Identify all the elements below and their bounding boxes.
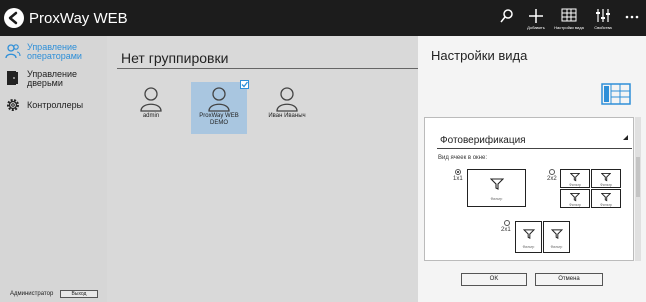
check-icon [241,81,248,88]
sidebar-item-operators[interactable]: Управление операторами [0,40,107,70]
panel-title: Настройки вида [431,48,528,63]
section-divider [437,148,632,149]
operator-name: admin [142,113,160,119]
top-bar: ProxWay WEB Добавить Настройки вида Свой… [0,0,646,36]
option-label-1x1: 1x1 [453,176,463,182]
section-title: Фотоверификация [440,135,526,146]
view-settings-button[interactable]: Настройки вида [554,5,584,35]
users-icon [5,44,21,59]
selection-checkbox[interactable] [240,80,249,89]
back-arrow-icon [8,11,18,25]
preview-cell: Фильтр [591,169,621,188]
cell-caption: Фильтр [600,183,612,187]
scroll-thumb[interactable] [636,157,640,197]
door-icon [7,71,18,85]
add-label: Добавить [527,25,545,30]
main-area: Нет группировки admin ProxWay WEB DEMO И… [107,36,418,302]
preview-cell: Фильтр [560,189,590,208]
preview-cell: Фильтр [543,221,570,253]
back-button[interactable] [4,8,24,28]
cell-caption: Фильтр [569,183,581,187]
search-icon [500,9,513,23]
user-avatar-icon [140,87,162,112]
properties-label: Свойства [594,25,612,30]
preview-cell: Фильтр [560,169,590,188]
radio-2x1[interactable] [504,220,510,226]
cell-caption: Фильтр [522,245,535,249]
operator-card[interactable]: admin [123,82,179,134]
filter-icon [570,172,580,182]
sidebar-item-doors[interactable]: Управление дверьми [0,67,107,97]
filter-icon [601,192,611,202]
cells-label: Вид ячеек в окне: [438,155,487,161]
cell-caption: Фильтр [490,197,503,201]
plus-icon [529,9,543,23]
user-avatar-icon [276,87,298,112]
collapse-icon[interactable] [623,135,628,140]
sidebar-item-label: Контроллеры [27,100,84,110]
sidebar-item-label: Управление операторами [27,42,82,61]
option-label-2x2: 2x2 [547,176,557,182]
preview-cell: Фильтр [591,189,621,208]
filter-icon [522,229,535,239]
cancel-button[interactable]: Отмена [535,273,603,286]
ok-button[interactable]: OK [461,273,527,286]
view-settings-panel: Настройки вида Фотоверификация Вид ячеек… [418,36,646,302]
preview-cell: Фильтр [515,221,542,253]
sidebar-item-controllers[interactable]: Контроллеры [0,94,107,124]
add-button[interactable]: Добавить [521,5,551,35]
filter-icon [550,229,563,239]
properties-icon [596,9,610,22]
search-button[interactable] [492,5,522,35]
group-divider [117,68,418,69]
operator-card[interactable]: Иван Иваныч [259,82,315,134]
logout-button[interactable]: Выход [60,290,98,298]
more-button[interactable] [618,5,646,35]
filter-icon [601,172,611,182]
option-label-2x1: 2x1 [501,227,511,233]
radio-2x2[interactable] [549,169,555,175]
settings-box: Фотоверификация Вид ячеек в окне: 1x1 Фи… [424,117,634,261]
grid-layout-icon[interactable] [601,83,631,105]
more-icon [625,15,639,19]
panel-scrollbar[interactable] [635,117,641,261]
filter-icon [570,192,580,202]
preview-cell: Фильтр [467,169,526,207]
current-user: Администратор [10,291,54,297]
sidebar: Управление операторами Управление дверьм… [0,36,107,302]
operator-name: Иван Иваныч [268,113,306,119]
sidebar-item-label: Управление дверьми [27,69,78,88]
cell-caption: Фильтр [569,203,581,207]
cell-caption: Фильтр [600,203,612,207]
cell-caption: Фильтр [550,245,563,249]
filter-icon [489,178,504,191]
operator-name: ProxWay WEB DEMO [199,113,239,126]
gear-icon [7,99,19,111]
app-title: ProxWay WEB [29,10,128,27]
user-avatar-icon [208,87,230,112]
properties-button[interactable]: Свойства [588,5,618,35]
radio-1x1[interactable] [455,169,461,175]
group-title: Нет группировки [121,50,229,66]
operator-card-selected[interactable]: ProxWay WEB DEMO [191,80,249,134]
view-settings-icon [561,8,577,22]
view-settings-label: Настройки вида [554,25,584,30]
